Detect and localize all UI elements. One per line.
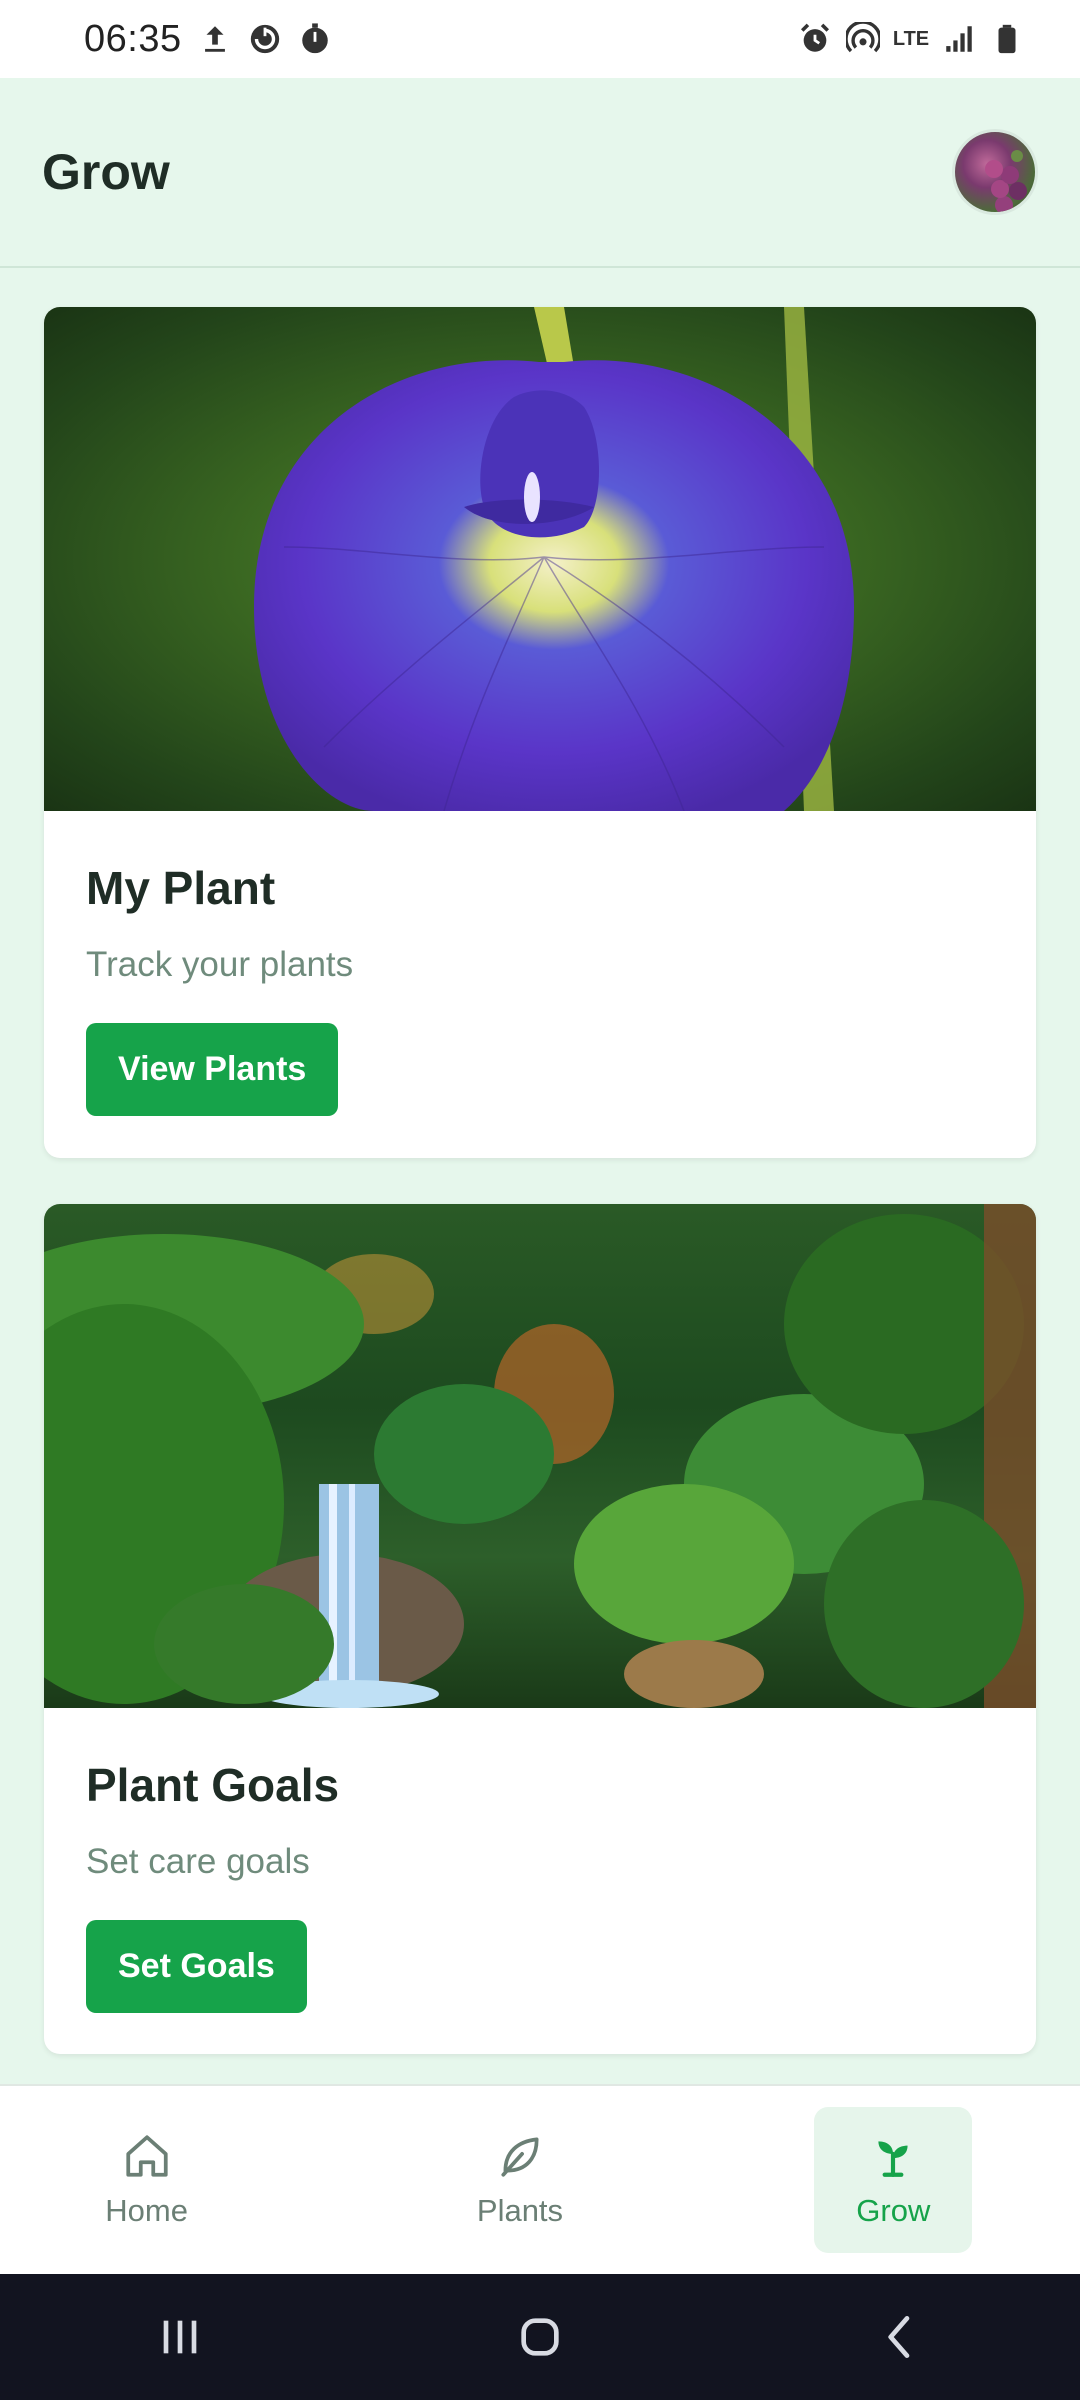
set-goals-button[interactable]: Set Goals bbox=[86, 1920, 307, 2013]
back-icon bbox=[888, 2316, 910, 2358]
card-image-jungle bbox=[44, 1204, 1036, 1708]
app-header: Grow bbox=[0, 78, 1080, 268]
bottom-nav: Home Plants Grow bbox=[0, 2084, 1080, 2274]
nav-home[interactable]: Home bbox=[68, 2107, 226, 2253]
view-plants-button[interactable]: View Plants bbox=[86, 1023, 339, 1116]
signal-icon bbox=[942, 22, 976, 56]
nav-grow-label: Grow bbox=[856, 2193, 931, 2228]
card-body: My Plant Track your plants View Plants bbox=[44, 811, 1036, 1116]
card-title: My Plant bbox=[86, 862, 276, 914]
card-title: Plant Goals bbox=[86, 1759, 340, 1811]
nav-grow[interactable]: Grow bbox=[814, 2107, 973, 2253]
status-left: 06:35 bbox=[84, 18, 332, 61]
nav-plants[interactable]: Plants bbox=[441, 2107, 599, 2253]
status-bar: 06:35 LTE bbox=[0, 0, 1080, 78]
recent-apps-button[interactable] bbox=[140, 2297, 220, 2377]
page-title: Grow bbox=[42, 144, 170, 200]
hotspot-icon bbox=[846, 22, 880, 56]
status-time: 06:35 bbox=[84, 17, 182, 60]
system-nav-bar bbox=[0, 2274, 1080, 2400]
home-icon bbox=[126, 2135, 168, 2177]
timer-icon bbox=[298, 22, 332, 56]
alarm-icon bbox=[798, 22, 832, 56]
battery-icon bbox=[990, 22, 1024, 56]
leaf-icon bbox=[501, 2137, 539, 2177]
upload-icon bbox=[198, 22, 232, 56]
status-right: LTE bbox=[798, 22, 1024, 56]
back-button[interactable] bbox=[860, 2297, 940, 2377]
card-body: Plant Goals Set care goals Set Goals bbox=[44, 1708, 1036, 2013]
data-saver-icon bbox=[248, 22, 282, 56]
nav-plants-label: Plants bbox=[476, 2193, 564, 2228]
my-plant-card: My Plant Track your plants View Plants bbox=[44, 307, 1036, 1158]
home-circle-icon bbox=[521, 2318, 559, 2356]
system-home-button[interactable] bbox=[500, 2297, 580, 2377]
lte-icon: LTE bbox=[892, 22, 930, 56]
lte-label: LTE bbox=[892, 28, 930, 50]
avatar[interactable] bbox=[952, 129, 1038, 215]
recent-apps-icon bbox=[163, 2320, 197, 2354]
card-subtitle: Set care goals bbox=[86, 1842, 310, 1881]
card-subtitle: Track your plants bbox=[86, 945, 354, 984]
nav-home-label: Home bbox=[105, 2193, 188, 2228]
card-image-flower bbox=[44, 307, 1036, 811]
plant-goals-card: Plant Goals Set care goals Set Goals bbox=[44, 1204, 1036, 2054]
sprout-icon bbox=[878, 2141, 908, 2177]
